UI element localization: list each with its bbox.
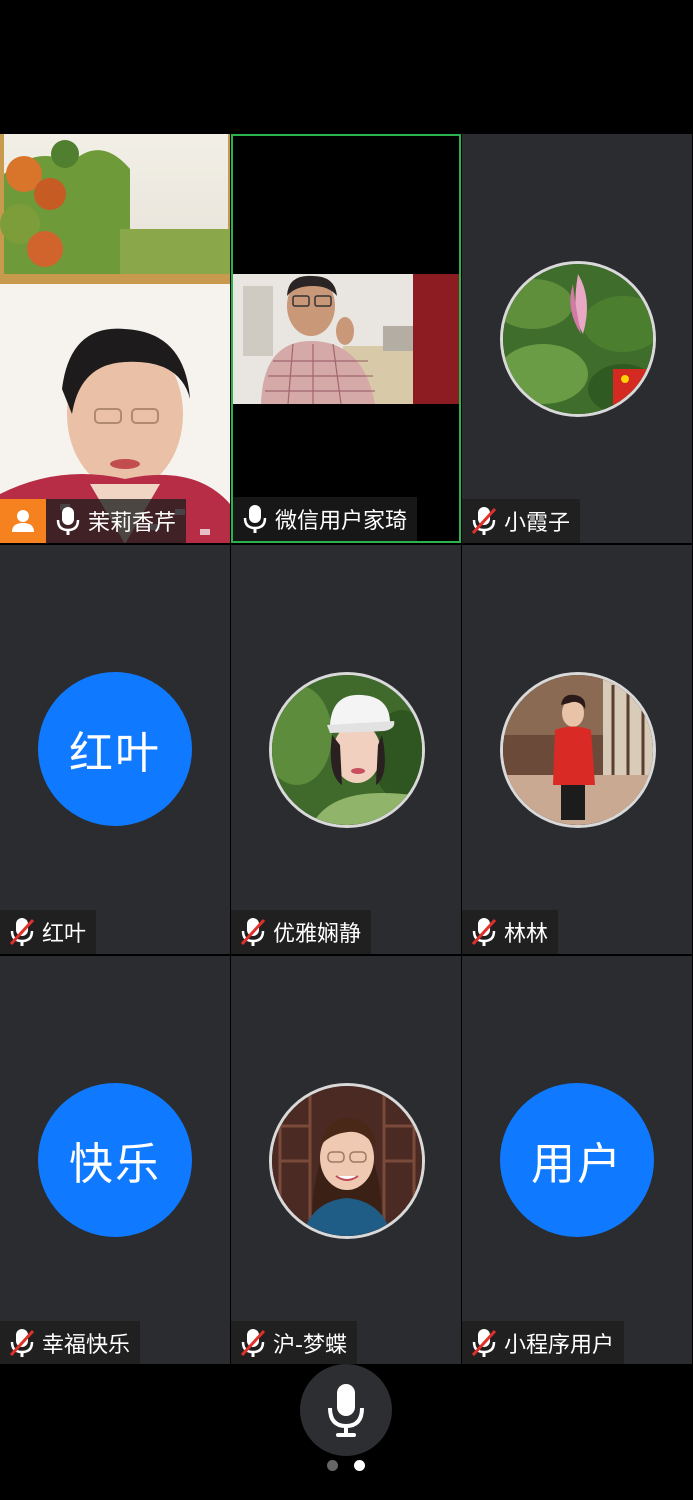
participant-name: 小程序用户	[504, 1333, 615, 1358]
bottom-control-bar	[0, 1364, 693, 1500]
participant-avatar-initials: 红叶	[38, 672, 192, 826]
microphone-on-icon	[243, 505, 267, 533]
microphone-muted-icon	[9, 918, 35, 946]
participant-name-tag: 茉莉香芹	[46, 499, 187, 543]
participant-tile[interactable]: 茉莉香芹	[0, 134, 230, 543]
participant-name-tag: 幸福快乐	[0, 1321, 141, 1365]
participant-video	[233, 136, 459, 541]
participant-name: 沪-梦蝶	[273, 1333, 347, 1358]
host-badge	[0, 499, 46, 543]
participant-name-tag: 沪-梦蝶	[231, 1321, 357, 1365]
participant-name: 优雅娴静	[273, 922, 362, 947]
microphone-toggle-button[interactable]	[300, 1364, 392, 1456]
participant-tile[interactable]: 快乐 幸福快乐	[0, 956, 230, 1365]
participant-name: 茉莉香芹	[88, 511, 177, 536]
participant-avatar-photo	[269, 1083, 425, 1239]
participant-name-tag: 小霞子	[462, 499, 581, 543]
participant-tile[interactable]: 用户 小程序用户	[462, 956, 692, 1365]
participant-tile-active[interactable]: 微信用户家琦	[231, 134, 461, 543]
participant-avatar-photo	[269, 672, 425, 828]
microphone-muted-icon	[240, 918, 266, 946]
participant-name: 小霞子	[504, 511, 571, 536]
microphone-muted-icon	[240, 1329, 266, 1357]
page-indicator-dot[interactable]	[327, 1460, 338, 1471]
participant-avatar-photo	[500, 261, 656, 417]
host-person-icon	[12, 510, 34, 532]
participant-name: 微信用户家琦	[275, 509, 408, 534]
participant-tile[interactable]: 小霞子	[462, 134, 692, 543]
microphone-icon	[328, 1384, 364, 1437]
participant-name-tag: 微信用户家琦	[233, 497, 418, 541]
participant-name: 幸福快乐	[42, 1333, 131, 1358]
participant-name-tag: 小程序用户	[462, 1321, 625, 1365]
microphone-muted-icon	[471, 507, 497, 535]
participant-avatar-initials: 用户	[500, 1083, 654, 1237]
participant-name-tag: 红叶	[0, 910, 97, 954]
participant-tile[interactable]: 红叶 红叶	[0, 545, 230, 954]
participant-name: 红叶	[42, 922, 87, 947]
participant-tile[interactable]: 林林	[462, 545, 692, 954]
microphone-muted-icon	[9, 1329, 35, 1357]
participant-tile[interactable]: 沪-梦蝶	[231, 956, 461, 1365]
participant-avatar-initials: 快乐	[38, 1083, 192, 1237]
participant-video	[0, 134, 230, 543]
microphone-muted-icon	[471, 1329, 497, 1357]
participant-avatar-photo	[500, 672, 656, 828]
microphone-muted-icon	[471, 918, 497, 946]
participant-name: 林林	[504, 922, 549, 947]
participant-tile[interactable]: 优雅娴静	[231, 545, 461, 954]
participant-name-tag: 优雅娴静	[231, 910, 372, 954]
microphone-on-icon	[56, 507, 80, 535]
page-indicator-dot-current[interactable]	[354, 1460, 365, 1471]
meeting-screen: 茉莉香芹 微信用户家琦 小霞子 红叶 红叶 优雅娴静 林林 快乐 幸福快乐 沪-…	[0, 0, 693, 1500]
participant-name-tag: 林林	[462, 910, 559, 954]
participant-grid: 茉莉香芹 微信用户家琦 小霞子 红叶 红叶 优雅娴静 林林 快乐 幸福快乐 沪-…	[0, 134, 693, 1365]
